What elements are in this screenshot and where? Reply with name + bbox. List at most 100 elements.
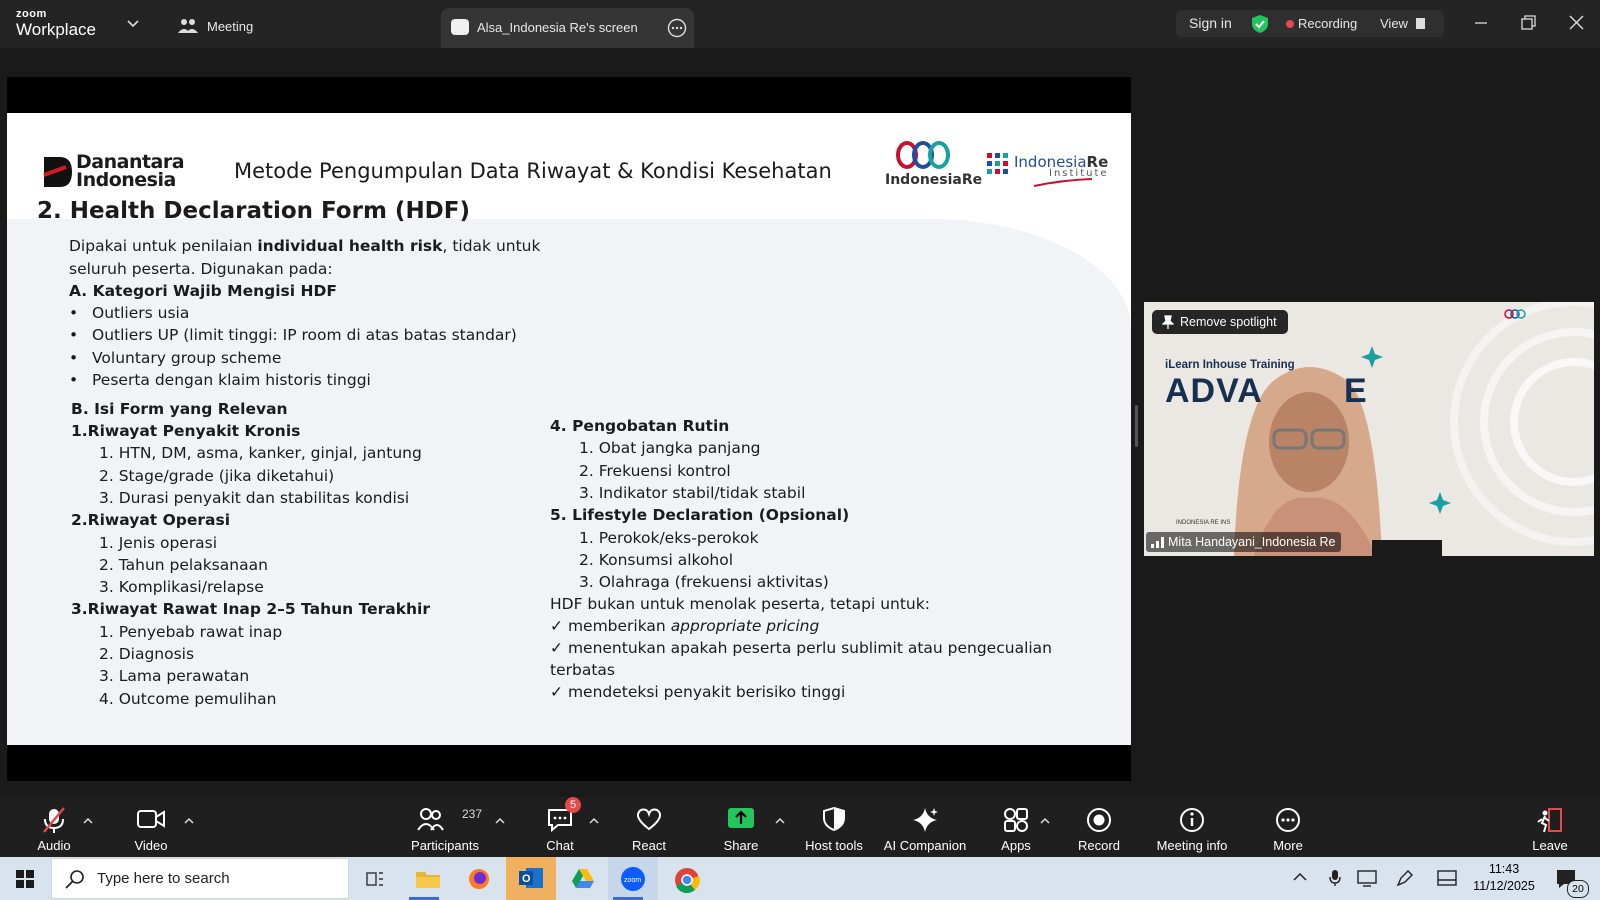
more-options-icon[interactable] xyxy=(667,18,687,38)
more-label: More xyxy=(1273,838,1303,853)
brand-large: Workplace xyxy=(16,20,96,39)
firefox-icon[interactable] xyxy=(468,868,490,890)
video-small-tag: INDONESIA RE INS xyxy=(1176,520,1231,526)
signal-strength-icon xyxy=(1151,537,1164,548)
chat-caret-icon[interactable] xyxy=(589,816,599,826)
category-b-title: B. Isi Form yang Relevan xyxy=(71,400,288,418)
slide-header-title: Metode Pengumpulan Data Riwayat & Kondis… xyxy=(234,159,832,183)
task-view-icon[interactable] xyxy=(366,870,384,888)
tray-chevron-up-icon[interactable] xyxy=(1293,872,1307,882)
react-button[interactable]: React xyxy=(624,797,674,857)
brand-small: zoom xyxy=(16,8,47,20)
group-item: 2. Konsumsi alkohol xyxy=(579,550,734,569)
record-label: Record xyxy=(1078,838,1120,853)
zoom-app-icon[interactable]: zoom xyxy=(620,866,646,892)
apps-grid-icon xyxy=(1004,808,1028,832)
chrome-icon[interactable] xyxy=(674,867,700,893)
more-button[interactable]: More xyxy=(1262,797,1314,857)
leave-label: Leave xyxy=(1532,838,1568,853)
tray-display-icon[interactable] xyxy=(1357,869,1377,887)
video-label: Video xyxy=(134,838,168,853)
remove-spotlight-label: Remove spotlight xyxy=(1180,315,1277,329)
chevron-down-icon[interactable] xyxy=(127,19,139,29)
taskbar-clock[interactable]: 11:43 11/12/2025 xyxy=(1466,861,1542,895)
apps-button[interactable]: Apps xyxy=(990,797,1042,857)
share-button[interactable]: Share xyxy=(716,797,766,857)
indonesiare-text: IndonesiaRe xyxy=(885,172,983,188)
sign-in-button[interactable]: Sign in xyxy=(1189,15,1232,31)
tray-keyboard-icon[interactable] xyxy=(1437,870,1457,886)
group-item: 2. Diagnosis xyxy=(99,645,195,663)
pin-icon xyxy=(1162,315,1174,329)
group-title: 2.Riwayat Operasi xyxy=(71,511,231,530)
taskbar-search-box[interactable]: Type here to search xyxy=(51,858,349,899)
video-camera-icon xyxy=(137,810,165,828)
minimize-icon[interactable] xyxy=(1474,16,1488,30)
record-icon xyxy=(1087,808,1111,832)
apps-caret-icon[interactable] xyxy=(1040,816,1050,826)
institute-grid-icon xyxy=(987,153,1008,174)
microphone-muted-icon xyxy=(43,807,65,833)
group-item: 3. Durasi penyakit dan stabilitas kondis… xyxy=(99,488,410,507)
windows-start-icon[interactable] xyxy=(16,870,34,888)
notification-count: 20 xyxy=(1567,880,1589,898)
spotlight-video[interactable]: iLearn Inhouse Training ADVA E INDONESIA… xyxy=(1144,302,1594,556)
video-button[interactable]: Video xyxy=(125,797,177,857)
group-item: 1. Jenis operasi xyxy=(99,533,218,552)
letterbox-top xyxy=(7,77,1131,113)
indonesiare-logo: IndonesiaRe xyxy=(877,139,982,195)
participant-name: Mita Handayani_Indonesia Re xyxy=(1168,535,1336,549)
google-drive-icon[interactable] xyxy=(571,868,595,890)
check3-text: mendeteksi penyakit berisiko tinggi xyxy=(567,683,846,701)
video-caret-icon[interactable] xyxy=(184,816,194,826)
clock-time: 11:43 xyxy=(1488,862,1520,876)
recording-label[interactable]: Recording xyxy=(1298,16,1357,31)
share-label: Share xyxy=(723,838,759,853)
sparkle-icon xyxy=(913,808,938,832)
group-item: 3. Indikator stabil/tidak stabil xyxy=(579,483,806,502)
top-bar: zoom Workplace Meeting Alsa_Indonesia Re… xyxy=(0,0,1600,48)
participants-label: Participants xyxy=(411,838,479,853)
group-title: 4. Pengobatan Rutin xyxy=(550,417,730,435)
audio-button[interactable]: Audio xyxy=(28,797,80,857)
shield-check-icon[interactable] xyxy=(1251,14,1269,34)
group-item: 1. HTN, DM, asma, kanker, ginjal, jantun… xyxy=(99,444,422,463)
close-icon[interactable] xyxy=(1569,15,1584,30)
host-tools-shield-icon xyxy=(823,806,845,832)
meeting-info-label: Meeting info xyxy=(1156,838,1228,853)
participants-button[interactable]: 237 Participants xyxy=(405,797,485,857)
meeting-label: Meeting xyxy=(207,19,254,34)
screen-tab-title: Alsa_Indonesia Re's screen xyxy=(477,20,638,35)
institute-swoosh-icon xyxy=(1033,178,1093,187)
participants-caret-icon[interactable] xyxy=(495,816,505,826)
record-button[interactable]: Record xyxy=(1073,797,1125,857)
ai-companion-button[interactable]: AI Companion xyxy=(880,797,970,857)
chat-button[interactable]: 5 Chat xyxy=(535,797,585,857)
meeting-info-button[interactable]: Meeting info xyxy=(1152,797,1232,857)
category-a-item: Voluntary group scheme xyxy=(92,348,282,367)
chat-label: Chat xyxy=(546,838,574,853)
screen-share-tab[interactable]: Alsa_Indonesia Re's screen xyxy=(441,8,694,48)
leave-button[interactable]: Leave xyxy=(1524,797,1576,857)
check-item-3: ✓ mendeteksi penyakit berisiko tinggi xyxy=(550,683,845,701)
file-explorer-icon[interactable] xyxy=(415,868,441,890)
group-item: 1. Perokok/eks-perokok xyxy=(579,528,759,547)
tray-microphone-icon[interactable] xyxy=(1328,869,1342,887)
host-tools-button[interactable]: Host tools xyxy=(800,797,868,857)
share-caret-icon[interactable] xyxy=(775,816,785,826)
meeting-icon xyxy=(178,19,198,33)
outlook-icon[interactable]: O xyxy=(518,866,544,890)
indonesiare-institute-logo: IndonesiaRe Institute xyxy=(987,151,1117,191)
tray-pen-icon[interactable] xyxy=(1396,869,1414,887)
check1-italic: appropriate pricing xyxy=(670,617,820,635)
panel-resize-handle[interactable] xyxy=(1135,405,1138,447)
video-bg-big-end: E xyxy=(1344,372,1367,410)
audio-caret-icon[interactable] xyxy=(83,816,93,826)
remove-spotlight-button[interactable]: Remove spotlight xyxy=(1152,310,1288,334)
search-icon xyxy=(65,870,84,889)
view-button[interactable]: View xyxy=(1380,16,1408,31)
apps-label: Apps xyxy=(1001,838,1031,853)
heart-icon xyxy=(636,808,662,831)
more-dots-icon xyxy=(1276,808,1300,832)
restore-icon[interactable] xyxy=(1521,15,1536,30)
